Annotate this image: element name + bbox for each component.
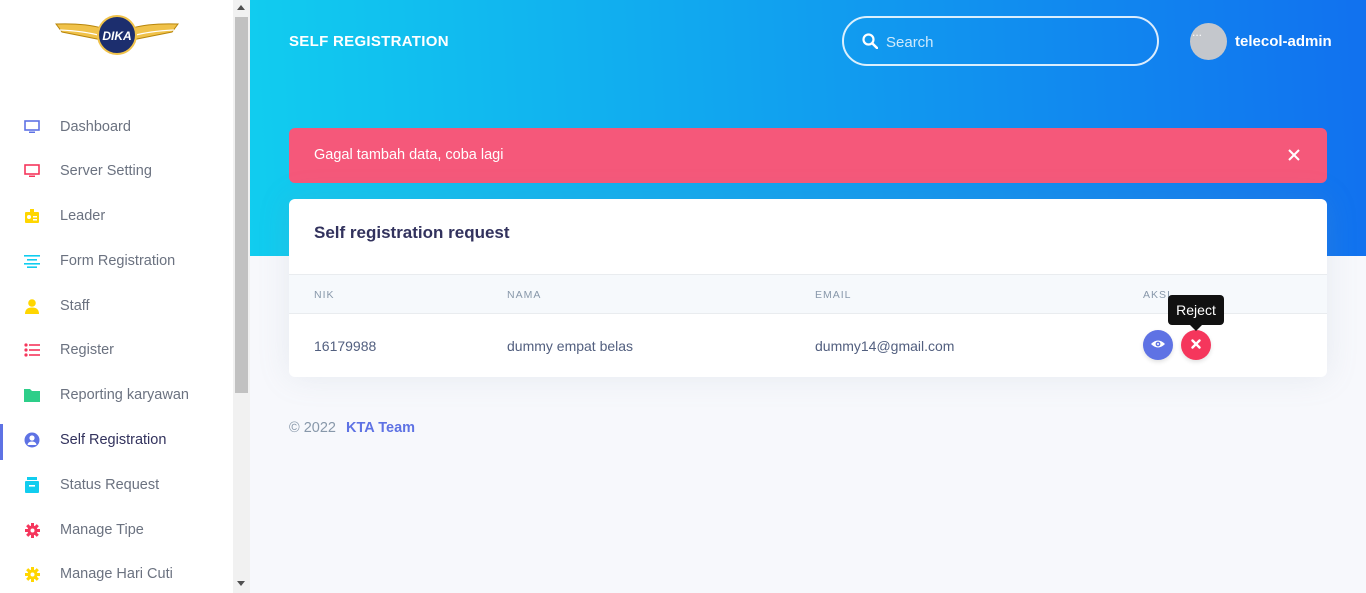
sidebar-item-manage-hari-cuti[interactable]: Manage Hari Cuti [0, 556, 233, 592]
column-header-email: EMAIL [815, 289, 852, 301]
monitor-icon [23, 118, 41, 136]
sidebar-scrollbar[interactable] [233, 0, 250, 593]
close-icon[interactable] [1286, 147, 1302, 163]
search-box[interactable] [842, 16, 1159, 66]
copyright-text: © 2022 [289, 420, 336, 436]
sidebar-item-label: Server Setting [60, 163, 152, 179]
self-registration-card: Self registration request NIK NAMA EMAIL… [289, 199, 1327, 377]
cell-nama: dummy empat belas [507, 338, 634, 354]
column-header-nama: NAMA [507, 289, 542, 301]
align-center-icon [23, 252, 41, 270]
footer: © 2022 KTA Team [289, 420, 415, 436]
sidebar-item-label: Reporting karyawan [60, 387, 189, 403]
page-title: SELF REGISTRATION [289, 33, 449, 50]
view-button[interactable] [1143, 330, 1173, 360]
archive-icon [23, 476, 41, 494]
avatar[interactable]: ... [1190, 23, 1227, 60]
sidebar-item-leader[interactable]: Leader [0, 198, 233, 234]
folder-icon [23, 386, 41, 404]
reject-button[interactable] [1181, 330, 1211, 360]
sidebar-item-label: Dashboard [60, 119, 131, 135]
sidebar-item-label: Manage Tipe [60, 522, 144, 538]
id-card-icon [23, 207, 41, 225]
scroll-thumb[interactable] [235, 17, 248, 393]
error-alert: Gagal tambah data, coba lagi [289, 128, 1327, 183]
sidebar: DIKA Dashboard Server Setting Leader For… [0, 0, 233, 593]
sidebar-item-label: Manage Hari Cuti [60, 566, 173, 582]
sidebar-item-label: Status Request [60, 477, 160, 493]
logo-text: DIKA [102, 29, 131, 43]
avatar-broken-image: ... [1192, 25, 1203, 39]
dika-logo[interactable]: DIKA [54, 14, 180, 58]
column-header-aksi: AKSI [1143, 289, 1171, 301]
sidebar-item-label: Register [60, 342, 114, 358]
close-icon [1191, 336, 1201, 354]
user-circle-icon [23, 431, 41, 449]
sidebar-item-dashboard[interactable]: Dashboard [0, 109, 233, 145]
team-link[interactable]: KTA Team [346, 420, 415, 436]
sidebar-item-manage-tipe[interactable]: Manage Tipe [0, 512, 233, 548]
reject-tooltip: Reject [1168, 295, 1224, 331]
cell-email: dummy14@gmail.com [815, 338, 955, 354]
search-icon [862, 33, 879, 54]
sidebar-item-label: Leader [60, 208, 106, 224]
alert-message: Gagal tambah data, coba lagi [314, 147, 504, 163]
column-header-nik: NIK [314, 289, 335, 301]
sidebar-item-label: Self Registration [60, 432, 167, 448]
sidebar-item-reporting-karyawan[interactable]: Reporting karyawan [0, 377, 233, 413]
sidebar-item-label: Form Registration [60, 253, 176, 269]
cell-nik: 16179988 [314, 338, 377, 354]
sidebar-item-server-setting[interactable]: Server Setting [0, 153, 233, 189]
bullet-list-icon [23, 341, 41, 359]
sidebar-item-self-registration[interactable]: Self Registration [0, 422, 233, 460]
sidebar-item-label: Staff [60, 298, 90, 314]
monitor-icon [23, 162, 41, 180]
sidebar-item-staff[interactable]: Staff [0, 288, 233, 324]
scroll-down-arrow[interactable] [237, 581, 245, 586]
username[interactable]: telecol-admin [1235, 33, 1332, 50]
sidebar-item-register[interactable]: Register [0, 332, 233, 368]
eye-icon [1151, 336, 1165, 354]
gear-icon [23, 521, 41, 539]
sidebar-item-status-request[interactable]: Status Request [0, 467, 233, 503]
user-icon [23, 297, 41, 315]
search-input[interactable] [886, 30, 1136, 54]
scroll-up-arrow[interactable] [237, 5, 245, 10]
gear-icon [23, 565, 41, 583]
card-title: Self registration request [314, 223, 510, 242]
sidebar-item-form-registration[interactable]: Form Registration [0, 243, 233, 279]
